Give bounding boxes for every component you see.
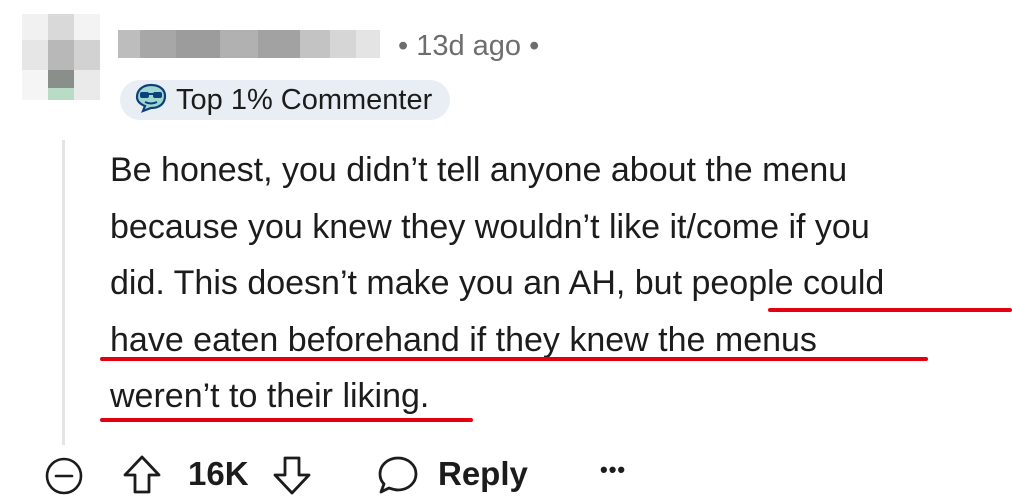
comment-text-line: because you knew they wouldn’t like it/c…	[110, 207, 870, 246]
comment-text-line: Be honest, you didn’t tell anyone about …	[110, 151, 848, 189]
highlight-underline	[100, 357, 928, 361]
reply-label: Reply	[438, 455, 528, 492]
vote-count: 16K	[188, 455, 249, 492]
comment-text-line: did. This doesn’t make you an AH, but pe…	[110, 264, 885, 302]
user-flair: Top 1% Commenter	[120, 80, 451, 120]
comment-meta: • 13d ago •	[398, 26, 539, 66]
comment-actions: 16K Reply •••	[0, 448, 1012, 500]
highlight-underline	[768, 308, 1012, 312]
upvote-icon[interactable]	[122, 454, 162, 501]
highlight-underline	[100, 418, 473, 422]
more-options-icon[interactable]: •••	[600, 444, 626, 496]
username-redacted[interactable]	[118, 30, 380, 58]
sunglasses-emoji-icon	[134, 83, 168, 118]
flair-label: Top 1% Commenter	[176, 83, 433, 116]
avatar[interactable]	[22, 14, 100, 100]
downvote-icon[interactable]	[272, 454, 312, 501]
thread-line[interactable]	[62, 140, 65, 445]
comment-text-line: weren’t to their liking.	[110, 377, 430, 415]
speech-bubble-icon	[376, 454, 420, 501]
meta-dot: •	[398, 30, 409, 62]
comment-body: Be honest, you didn’t tell anyone about …	[110, 142, 1010, 425]
meta-dot: •	[529, 30, 540, 62]
timestamp: 13d ago	[416, 30, 522, 62]
collapse-icon[interactable]	[44, 456, 84, 501]
